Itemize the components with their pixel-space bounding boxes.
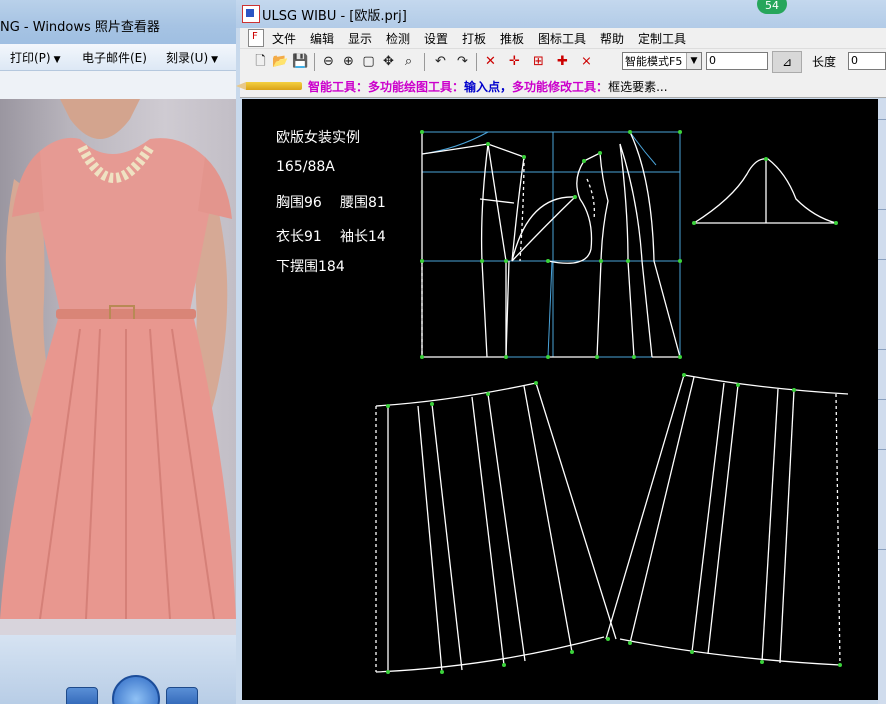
chevron-down-icon: ▼ <box>686 53 701 69</box>
notification-badge: 54 <box>757 0 787 14</box>
slideshow-button[interactable] <box>112 675 160 704</box>
next-button[interactable] <box>166 687 198 704</box>
menu-file[interactable]: 文件 <box>272 30 296 47</box>
previous-button[interactable] <box>66 687 98 704</box>
control-points <box>386 130 842 674</box>
viewer-gap <box>0 71 236 99</box>
menu-pattern[interactable]: 打板 <box>462 30 486 47</box>
menu-settings[interactable]: 设置 <box>424 30 448 47</box>
undo-icon[interactable]: ↶ <box>432 53 449 70</box>
chevron-down-icon: ▼ <box>53 55 61 65</box>
spec-length: 衣长91 <box>276 229 322 245</box>
toolbar-divider <box>476 53 477 71</box>
menu-icon-tools[interactable]: 图标工具 <box>538 30 586 47</box>
chevron-down-icon: ▼ <box>211 55 219 65</box>
move-point-icon[interactable]: ✛ <box>506 53 523 70</box>
cad-window: ULSG WIBU - [欧版.prj] 54 文件 编辑 显示 检测 设置 打… <box>236 0 886 704</box>
open-folder-icon[interactable]: 📂 <box>272 53 289 70</box>
drawing-canvas[interactable]: 欧版女装实例 165/88A 胸围96 腰围81 衣长91 袖长14 下摆围18… <box>242 99 878 700</box>
length-input[interactable]: 0 <box>848 52 886 70</box>
menu-grading[interactable]: 推板 <box>500 30 524 47</box>
spec-chest: 胸围96 <box>276 195 322 211</box>
dress-illustration <box>0 99 236 635</box>
zoom-in-icon[interactable]: ⊕ <box>340 53 357 70</box>
cad-toolbar: 🗋 📂 💾 ⊖ ⊕ ▢ ✥ ⌕ ↶ ↷ ✕ ✛ ⊞ ✚ ⨯ 智能模式F5 ▼ 0… <box>240 48 886 76</box>
hint-text: 智能工具：多功能绘图工具：输入点，多功能修改工具：框选要素... <box>308 80 668 94</box>
menu-edit[interactable]: 编辑 <box>310 30 334 47</box>
viewer-menubar: 打印(P) ▼ 电子邮件(E) 刻录(U) ▼ <box>0 44 236 71</box>
toolbar-divider <box>424 53 425 71</box>
side-panel-edge <box>878 99 886 704</box>
email-menu[interactable]: 电子邮件(E) <box>82 49 147 66</box>
cad-menubar: 文件 编辑 显示 检测 设置 打板 推板 图标工具 帮助 定制工具 <box>240 28 886 48</box>
viewer-controls <box>0 635 236 704</box>
toolbar-divider <box>314 53 315 71</box>
value-input[interactable]: 0 <box>706 52 768 70</box>
photo-viewer-window: NG - Windows 照片查看器 打印(P) ▼ 电子邮件(E) 刻录(U) ▼ <box>0 0 236 704</box>
viewer-title-bar: NG - Windows 照片查看器 <box>0 0 236 44</box>
menu-check[interactable]: 检测 <box>386 30 410 47</box>
burn-menu[interactable]: 刻录(U) ▼ <box>166 49 218 66</box>
cad-title: ULSG WIBU - [欧版.prj] <box>262 9 407 24</box>
app-icon <box>242 5 260 23</box>
new-file-icon[interactable]: 🗋 <box>252 53 269 70</box>
hint-bar: 智能工具：多功能绘图工具：输入点，多功能修改工具：框选要素... <box>236 75 886 98</box>
document-icon[interactable] <box>248 29 264 47</box>
zoom-window-icon[interactable]: ⌕ <box>400 53 417 70</box>
spec-sleeve: 袖长14 <box>340 229 386 245</box>
zoom-out-icon[interactable]: ⊖ <box>320 53 337 70</box>
mode-select[interactable]: 智能模式F5 ▼ <box>622 52 702 70</box>
menu-custom-tools[interactable]: 定制工具 <box>638 30 686 47</box>
align-icon[interactable]: ⊞ <box>530 53 547 70</box>
save-icon[interactable]: 💾 <box>292 53 309 70</box>
spec-waist: 腰围81 <box>340 195 386 211</box>
spec-hem: 下摆围184 <box>276 259 345 275</box>
trim-icon[interactable]: ⨯ <box>578 53 595 70</box>
menu-help[interactable]: 帮助 <box>600 30 624 47</box>
delete-select-icon[interactable]: ✕ <box>482 53 499 70</box>
cad-title-bar: ULSG WIBU - [欧版.prj] 54 <box>236 0 886 28</box>
pattern-drawing <box>375 130 849 674</box>
print-menu[interactable]: 打印(P) ▼ <box>10 49 61 66</box>
viewer-title: NG - Windows 照片查看器 <box>0 20 160 35</box>
spec-title: 欧版女装实例 <box>276 130 360 146</box>
add-point-icon[interactable]: ✚ <box>554 53 571 70</box>
menu-view[interactable]: 显示 <box>348 30 372 47</box>
dress-photo <box>0 99 236 635</box>
pick-tool-button[interactable]: ⊿ <box>772 51 802 73</box>
pan-icon[interactable]: ✥ <box>380 53 397 70</box>
fit-window-icon[interactable]: ▢ <box>360 53 377 70</box>
length-label: 长度 <box>812 55 837 69</box>
redo-icon[interactable]: ↷ <box>454 53 471 70</box>
spec-size: 165/88A <box>276 159 335 175</box>
pencil-icon <box>236 82 302 90</box>
